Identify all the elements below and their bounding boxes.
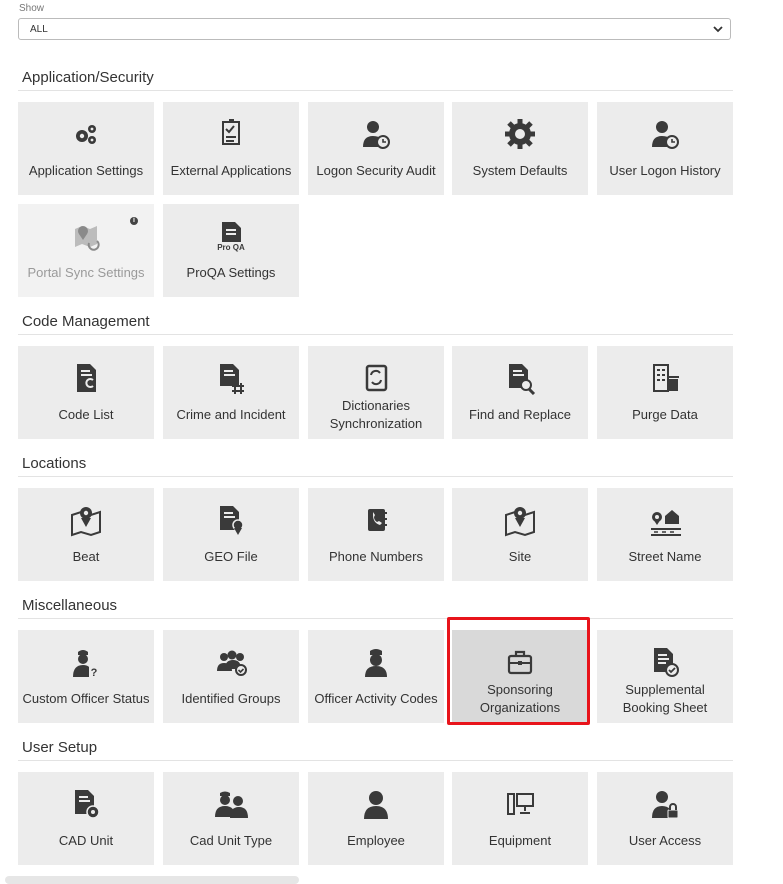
tile-employee[interactable]: Employee (308, 772, 444, 865)
tile-beat[interactable]: Beat (18, 488, 154, 581)
tile-custom-officer-status[interactable]: ? Custom Officer Status (18, 630, 154, 723)
section-divider (18, 90, 733, 91)
tile-user-access[interactable]: User Access (597, 772, 733, 865)
tile-supplemental-booking-sheet[interactable]: Supplemental Booking Sheet (597, 630, 733, 723)
tile-label: GEO File (204, 549, 258, 564)
tile-proqa-settings[interactable]: Pro QA ProQA Settings (163, 204, 299, 297)
tile-sponsoring-organizations[interactable]: Sponsoring Organizations (452, 630, 588, 723)
tile-code-list[interactable]: Code List (18, 346, 154, 439)
tile-label: Logon Security Audit (316, 163, 436, 178)
tile-application-settings[interactable]: Application Settings (18, 102, 154, 195)
tile-label: Identified Groups (181, 691, 281, 706)
group-check-icon (163, 644, 299, 680)
chevron-down-icon (713, 26, 723, 33)
officer-icon (308, 644, 444, 680)
document-check-icon (163, 116, 299, 152)
map-pin-icon (18, 502, 154, 538)
tile-label: Crime and Incident (176, 407, 286, 422)
tile-label: Cad Unit Type (189, 833, 273, 848)
tile-dictionaries-synchronization[interactable]: Dictionaries Synchronization (308, 346, 444, 439)
tile-label: Application Settings (28, 163, 144, 178)
tile-user-logon-history[interactable]: User Logon History (597, 102, 733, 195)
user-icon (308, 786, 444, 822)
tile-crime-and-incident[interactable]: Crime and Incident (163, 346, 299, 439)
tile-label: Code List (58, 407, 114, 422)
tile-logon-security-audit[interactable]: Logon Security Audit (308, 102, 444, 195)
show-filter-select[interactable]: ALL (18, 18, 731, 40)
officer-question-icon: ? (18, 644, 154, 680)
show-filter-value: ALL (30, 24, 48, 35)
tile-cad-unit[interactable]: CAD Unit (18, 772, 154, 865)
proqa-document-icon: Pro QA (163, 218, 299, 254)
tile-equipment[interactable]: Equipment (452, 772, 588, 865)
tile-label: System Defaults (472, 163, 568, 178)
tile-geo-file[interactable]: GEO File (163, 488, 299, 581)
tile-site[interactable]: Site (452, 488, 588, 581)
tile-label: Beat (72, 549, 100, 564)
section-divider (18, 476, 733, 477)
tile-label: External Applications (170, 163, 292, 178)
tile-system-defaults[interactable]: System Defaults (452, 102, 588, 195)
tile-label: User Logon History (609, 163, 721, 178)
tile-cad-unit-type[interactable]: Cad Unit Type (163, 772, 299, 865)
svg-text:?: ? (91, 667, 98, 679)
book-sync-icon (308, 360, 444, 396)
section-title: Application/Security (22, 69, 154, 86)
tile-label: ProQA Settings (186, 265, 276, 280)
tile-label: Dictionaries Synchronization (329, 398, 423, 431)
computer-icon (452, 786, 588, 822)
document-gear-icon (18, 786, 154, 822)
gears-icon (18, 116, 154, 152)
section-title: Code Management (22, 313, 150, 330)
tile-label: Phone Numbers (329, 549, 423, 564)
horizontal-scrollbar[interactable] (5, 876, 299, 884)
tile-label: Supplemental Booking Sheet (622, 682, 708, 715)
document-hash-icon (163, 360, 299, 396)
tile-label: Sponsoring Organizations (479, 682, 561, 715)
code-document-icon (18, 360, 154, 396)
tile-purge-data[interactable]: Purge Data (597, 346, 733, 439)
tile-label: Street Name (628, 549, 702, 564)
tile-phone-numbers[interactable]: Phone Numbers (308, 488, 444, 581)
icon-text: Pro QA (217, 243, 245, 252)
building-trash-icon (597, 360, 733, 396)
tile-label: Officer Activity Codes (314, 691, 438, 706)
tile-label: Employee (347, 833, 405, 848)
tile-label: Equipment (488, 833, 552, 848)
tile-label: CAD Unit (58, 833, 114, 848)
phone-book-icon (308, 502, 444, 538)
section-title: User Setup (22, 739, 98, 756)
document-search-icon (452, 360, 588, 396)
tile-portal-sync-settings[interactable]: Portal Sync Settings i (18, 204, 154, 297)
section-title: Locations (22, 455, 87, 472)
tile-label: Custom Officer Status (22, 691, 150, 706)
user-lock-icon (597, 786, 733, 822)
briefcase-icon (452, 644, 588, 680)
document-pin-icon (163, 502, 299, 538)
tile-label: Portal Sync Settings (27, 265, 145, 280)
tile-officer-activity-codes[interactable]: Officer Activity Codes (308, 630, 444, 723)
tile-label: Purge Data (632, 407, 698, 422)
section-title: Miscellaneous (22, 597, 118, 614)
tile-street-name[interactable]: Street Name (597, 488, 733, 581)
officers-icon (163, 786, 299, 822)
show-filter-label: Show (19, 3, 45, 14)
user-clock-icon (597, 116, 733, 152)
user-clock-icon (308, 116, 444, 152)
tile-find-and-replace[interactable]: Find and Replace (452, 346, 588, 439)
section-divider (18, 334, 733, 335)
tile-external-applications[interactable]: External Applications (163, 102, 299, 195)
gear-icon (452, 116, 588, 152)
street-house-icon (597, 502, 733, 538)
section-divider (18, 618, 733, 619)
tile-identified-groups[interactable]: Identified Groups (163, 630, 299, 723)
tile-label: Site (508, 549, 532, 564)
section-divider (18, 760, 733, 761)
document-check-circle-icon (597, 644, 733, 680)
tile-label: User Access (628, 833, 702, 848)
map-pin-icon (452, 502, 588, 538)
tile-label: Find and Replace (469, 407, 571, 422)
info-icon[interactable]: i (130, 217, 138, 225)
